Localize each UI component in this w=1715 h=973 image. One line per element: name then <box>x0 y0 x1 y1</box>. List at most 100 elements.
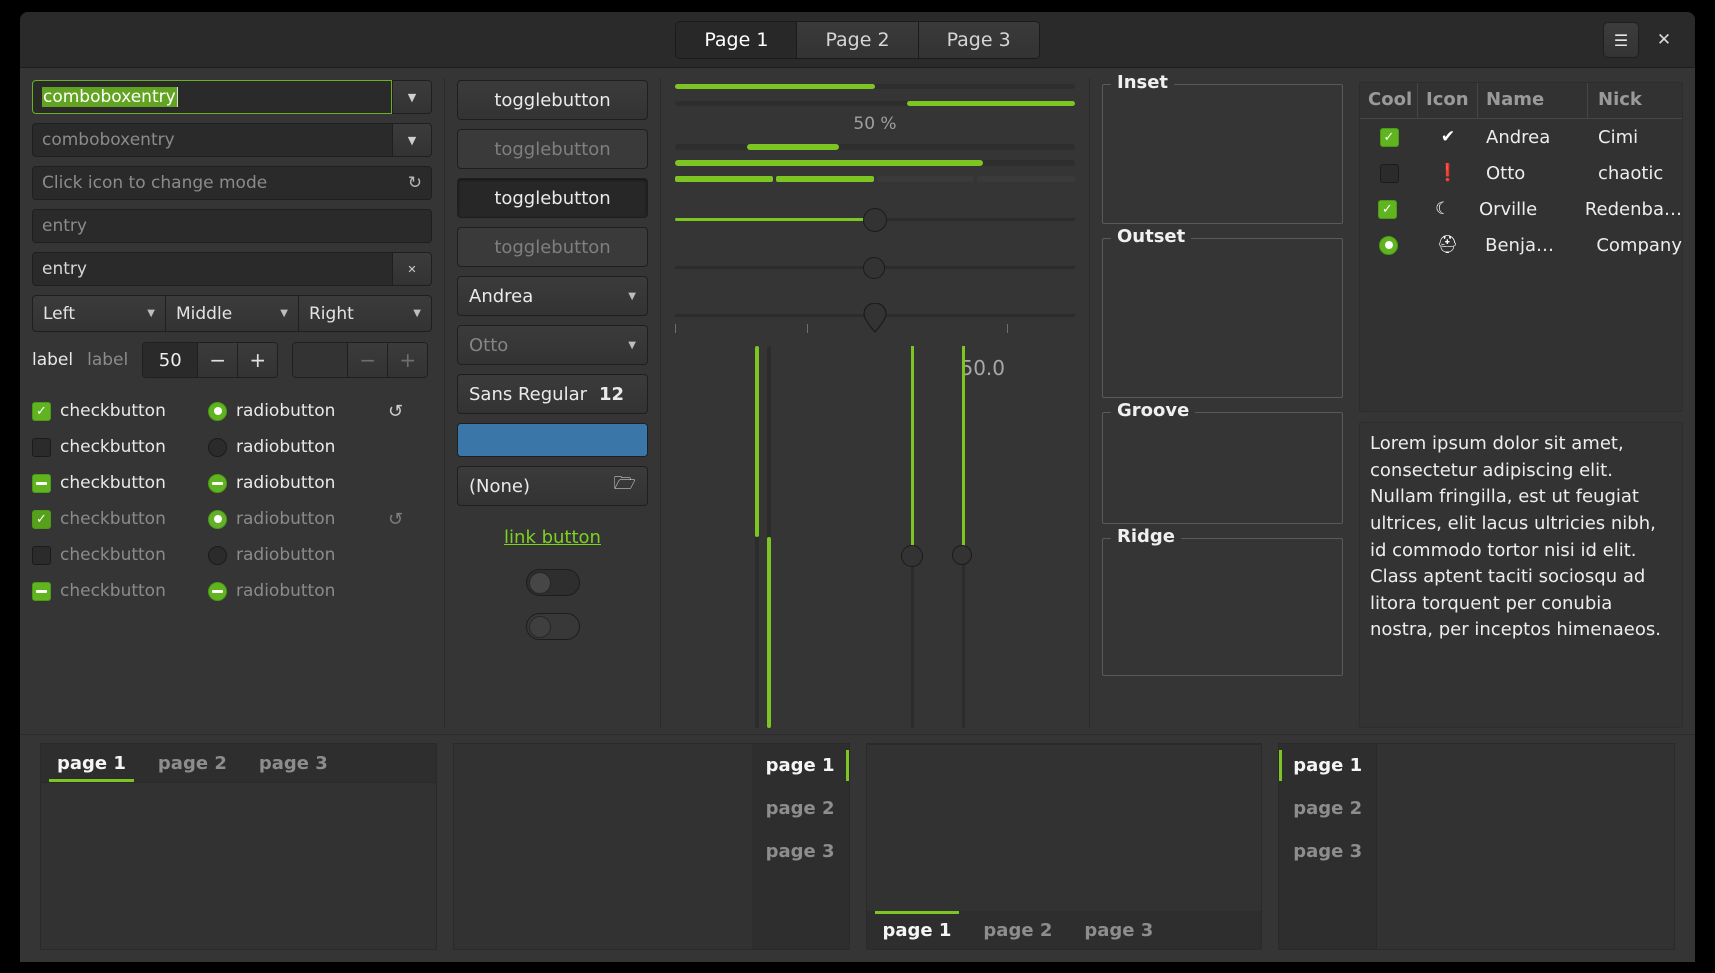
refresh-icon[interactable]: ↻ <box>408 173 422 193</box>
combo-left[interactable]: Left ▼ <box>32 295 166 332</box>
row-cool-cell[interactable] <box>1360 235 1418 255</box>
checkbox-icon[interactable] <box>1379 163 1399 183</box>
table-row[interactable]: ✓ ☾ Orville Redenba… <box>1360 191 1682 227</box>
clearable-entry[interactable]: entry <box>32 252 392 286</box>
scale-2-knob[interactable] <box>863 257 885 279</box>
spinbutton[interactable]: 50 − + <box>142 342 279 378</box>
plain-entry[interactable]: entry <box>32 209 432 243</box>
bottom-notebooks: page 1 page 2 page 3 page 1 page 2 page … <box>20 734 1695 962</box>
spinbutton-minus[interactable]: − <box>197 343 238 377</box>
combo-left-label: Left <box>43 303 75 324</box>
comboboxentry-placeholder-arrow[interactable]: ▼ <box>392 123 432 157</box>
togglebutton-2: togglebutton <box>457 129 648 169</box>
comboboxentry-focused-value: comboboxentry <box>42 87 177 107</box>
checkbox-icon[interactable]: ✓ <box>1377 199 1397 219</box>
hamburger-menu-button[interactable]: ☰ <box>1603 22 1639 58</box>
spinbutton-value[interactable]: 50 <box>143 343 198 377</box>
textview[interactable]: Lorem ipsum dolor sit amet, consectetur … <box>1359 422 1683 728</box>
close-icon: ✕ <box>1656 30 1672 50</box>
link-button[interactable]: link button <box>504 527 601 548</box>
tab-page-1[interactable]: Page 1 <box>676 21 798 58</box>
frame-groove: Groove <box>1102 400 1343 524</box>
checkbox-icon: ✓ <box>32 401 51 421</box>
file-chooser-button[interactable]: (None) 🗁 <box>457 466 648 506</box>
close-button[interactable]: ✕ <box>1647 23 1681 57</box>
scale-2[interactable] <box>675 246 1075 288</box>
comboboxentry-focused[interactable]: comboboxentry ▼ <box>32 80 432 114</box>
notebook-4-tabstrip: page 1 page 2 page 3 <box>1279 744 1377 949</box>
tab-page-2[interactable]: Page 2 <box>797 21 919 58</box>
row-cool-cell[interactable] <box>1360 163 1418 183</box>
levelbar-2 <box>675 160 1075 166</box>
stack-switcher[interactable]: Page 1 Page 2 Page 3 <box>675 20 1040 59</box>
comboboxentry-placeholder-input[interactable]: comboboxentry <box>32 123 392 157</box>
frame-outset-label: Outset <box>1111 226 1192 247</box>
notebook-4-tab-page-3[interactable]: page 3 <box>1279 830 1376 873</box>
font-button[interactable]: Sans Regular 12 <box>457 374 648 414</box>
row-cool-cell[interactable]: ✓ <box>1360 199 1415 219</box>
chevron-down-icon: ▼ <box>628 339 636 351</box>
notebook-2-tab-page-3[interactable]: page 3 <box>752 830 849 873</box>
spinbutton-plus[interactable]: + <box>237 343 278 377</box>
row-name-cell: Orville <box>1478 198 1538 220</box>
scale-1[interactable] <box>675 198 1075 240</box>
radiobutton-2[interactable]: radiobutton <box>208 437 368 457</box>
comboboxentry-placeholder[interactable]: comboboxentry ▼ <box>32 123 432 157</box>
radio-icon[interactable] <box>1379 235 1399 255</box>
vertical-scale-2-knob[interactable] <box>952 544 972 565</box>
column-buttons: togglebutton togglebutton togglebutton t… <box>445 68 660 734</box>
checkbox-indeterminate-icon <box>32 473 51 493</box>
radiobutton-3[interactable]: radiobutton <box>208 473 368 493</box>
notebook-4-tab-page-2[interactable]: page 2 <box>1279 787 1376 830</box>
table-row[interactable]: ❗ Otto chaotic <box>1360 155 1682 191</box>
checkbutton-2[interactable]: checkbutton <box>32 437 208 457</box>
chevron-down-icon: ▼ <box>280 308 288 319</box>
notebook-1-tab-page-2[interactable]: page 2 <box>142 744 243 782</box>
column-header-name[interactable]: Name <box>1478 83 1588 118</box>
switch-1[interactable] <box>525 569 580 596</box>
notebook-2-tab-page-1[interactable]: page 1 <box>752 744 849 787</box>
checkbutton-2-label: checkbutton <box>60 437 166 457</box>
switch-row-1 <box>457 557 648 596</box>
notebook-1-wrapper: page 1 page 2 page 3 <box>32 743 445 950</box>
row-cool-cell[interactable]: ✓ <box>1360 127 1418 147</box>
color-button[interactable] <box>457 423 648 457</box>
radiobutton-1[interactable]: radiobutton <box>208 401 368 421</box>
column-header-cool[interactable]: Cool <box>1360 83 1418 118</box>
column-ranges: 50 % 50.0 <box>661 68 1089 734</box>
notebook-3-tab-page-2[interactable]: page 2 <box>967 911 1068 949</box>
scale-3-with-marks[interactable] <box>675 294 1075 333</box>
progressbar-2 <box>675 101 1075 106</box>
column-header-icon[interactable]: Icon <box>1418 83 1478 118</box>
font-button-size: 12 <box>599 383 625 405</box>
tab-page-3[interactable]: Page 3 <box>918 21 1039 58</box>
notebook-1-tab-page-3[interactable]: page 3 <box>243 744 344 782</box>
notebook-3-tab-page-1[interactable]: page 1 <box>867 911 968 949</box>
vertical-scale-1-knob[interactable] <box>901 544 923 567</box>
scale-1-knob[interactable] <box>863 208 887 232</box>
checkbutton-1[interactable]: ✓ checkbutton <box>32 401 208 421</box>
notebook-4-tab-page-1[interactable]: page 1 <box>1279 744 1376 787</box>
togglebutton-1[interactable]: togglebutton <box>457 80 648 120</box>
combo-middle[interactable]: Middle ▼ <box>166 295 299 332</box>
checkbox-icon[interactable]: ✓ <box>1379 127 1399 147</box>
icon-mode-entry[interactable]: Click icon to change mode ↻ <box>32 166 432 200</box>
clear-x-button[interactable]: ✕ <box>392 252 432 286</box>
treeview[interactable]: Cool Icon Name Nick ✓ ✔︎ Andrea Cimi ❗ O… <box>1359 82 1683 412</box>
table-row[interactable]: ⛑ Benja… Company <box>1360 227 1682 263</box>
combo-right[interactable]: Right ▼ <box>299 295 432 332</box>
togglebutton-3[interactable]: togglebutton <box>457 178 648 218</box>
notebook-2-tab-page-2[interactable]: page 2 <box>752 787 849 830</box>
notebook-1-tab-page-1[interactable]: page 1 <box>41 744 142 782</box>
notebook-3-tab-page-3[interactable]: page 3 <box>1068 911 1169 949</box>
notebook-tabs-right: page 1 page 2 page 3 <box>452 743 850 950</box>
comboboxentry-focused-arrow[interactable]: ▼ <box>392 80 432 114</box>
column-header-nick[interactable]: Nick <box>1588 83 1682 118</box>
progressbar-1-fill <box>675 84 875 89</box>
combobox-andrea[interactable]: Andrea ▼ <box>457 276 648 316</box>
table-row[interactable]: ✓ ✔︎ Andrea Cimi <box>1360 119 1682 155</box>
vertical-progressbar-2 <box>767 346 771 728</box>
chevron-down-icon: ▼ <box>407 133 417 147</box>
comboboxentry-focused-input[interactable]: comboboxentry <box>32 80 392 114</box>
checkbutton-3[interactable]: checkbutton <box>32 473 208 493</box>
